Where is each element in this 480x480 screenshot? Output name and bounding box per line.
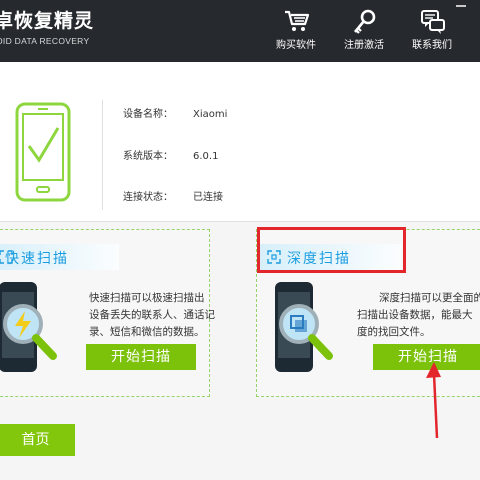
minimize-icon[interactable]	[454, 2, 468, 10]
register-activate-label: 注册激活	[344, 40, 384, 51]
quick-scan-title-bar: 快速扫描	[0, 244, 119, 270]
header-bar: 卓恢复精灵 OID DATA RECOVERY 购买软件 注册激活 联系我们	[0, 0, 480, 62]
quick-scan-desc-line: 录、短信和微信的数据。	[89, 326, 205, 338]
deep-scan-desc-line: 度的找回文件。	[357, 326, 431, 338]
deep-scan-desc-line: 深度扫描可以更全面的	[379, 292, 480, 304]
home-button[interactable]: 首页	[0, 424, 75, 456]
system-version-row: 系统版本： 6.0.1	[123, 147, 218, 162]
connection-status-value: 已连接	[193, 192, 223, 203]
app-title: 卓恢复精灵	[0, 10, 95, 32]
system-version-value: 6.0.1	[193, 151, 219, 162]
quick-scan-phone-icon	[0, 282, 57, 372]
shopping-cart-icon	[285, 10, 310, 31]
system-version-label: 系统版本：	[123, 151, 173, 162]
quick-scan-card: 快速扫描 快速扫描可以极速扫描出 设备丢失的联系人、通话记 录、短信和微信的数据…	[0, 229, 215, 397]
device-name-label: 设备名称：	[123, 109, 173, 120]
register-activate-button[interactable]: 注册激活	[332, 0, 396, 62]
quick-scan-title: 快速扫描	[5, 251, 69, 267]
info-divider	[102, 100, 103, 210]
connection-status-label: 连接状态：	[123, 192, 173, 203]
quick-scan-desc-line: 快速扫描可以极速扫描出	[89, 292, 205, 304]
contact-us-label: 联系我们	[412, 40, 452, 51]
device-name-row: 设备名称： Xiaomi	[123, 105, 227, 120]
buy-software-button[interactable]: 购买软件	[264, 0, 328, 62]
app-subtitle: OID DATA RECOVERY	[0, 36, 90, 46]
deep-scan-description: 深度扫描可以更全面的 扫描出设备数据，能最大 度的找回文件。	[357, 290, 480, 341]
highlight-box	[257, 227, 406, 273]
device-info-pane: 设备名称： Xiaomi 系统版本： 6.0.1 连接状态： 已连接	[0, 62, 480, 222]
buy-software-label: 购买软件	[276, 40, 316, 51]
deep-scan-desc-line: 扫描出设备数据，能最大	[357, 309, 473, 321]
red-arrow-annotation	[426, 362, 441, 439]
quick-scan-desc-line: 设备丢失的联系人、通话记	[89, 309, 215, 321]
chat-icon	[421, 10, 445, 34]
quick-scan-description: 快速扫描可以极速扫描出 设备丢失的联系人、通话记 录、短信和微信的数据。	[89, 290, 215, 341]
quick-scan-start-button[interactable]: 开始扫描	[86, 344, 196, 370]
connection-status-row: 连接状态： 已连接	[123, 188, 223, 203]
key-icon	[353, 9, 376, 34]
deep-scan-phone-icon	[275, 282, 333, 372]
phone-connected-icon	[15, 102, 71, 202]
device-name-value: Xiaomi	[193, 109, 228, 120]
